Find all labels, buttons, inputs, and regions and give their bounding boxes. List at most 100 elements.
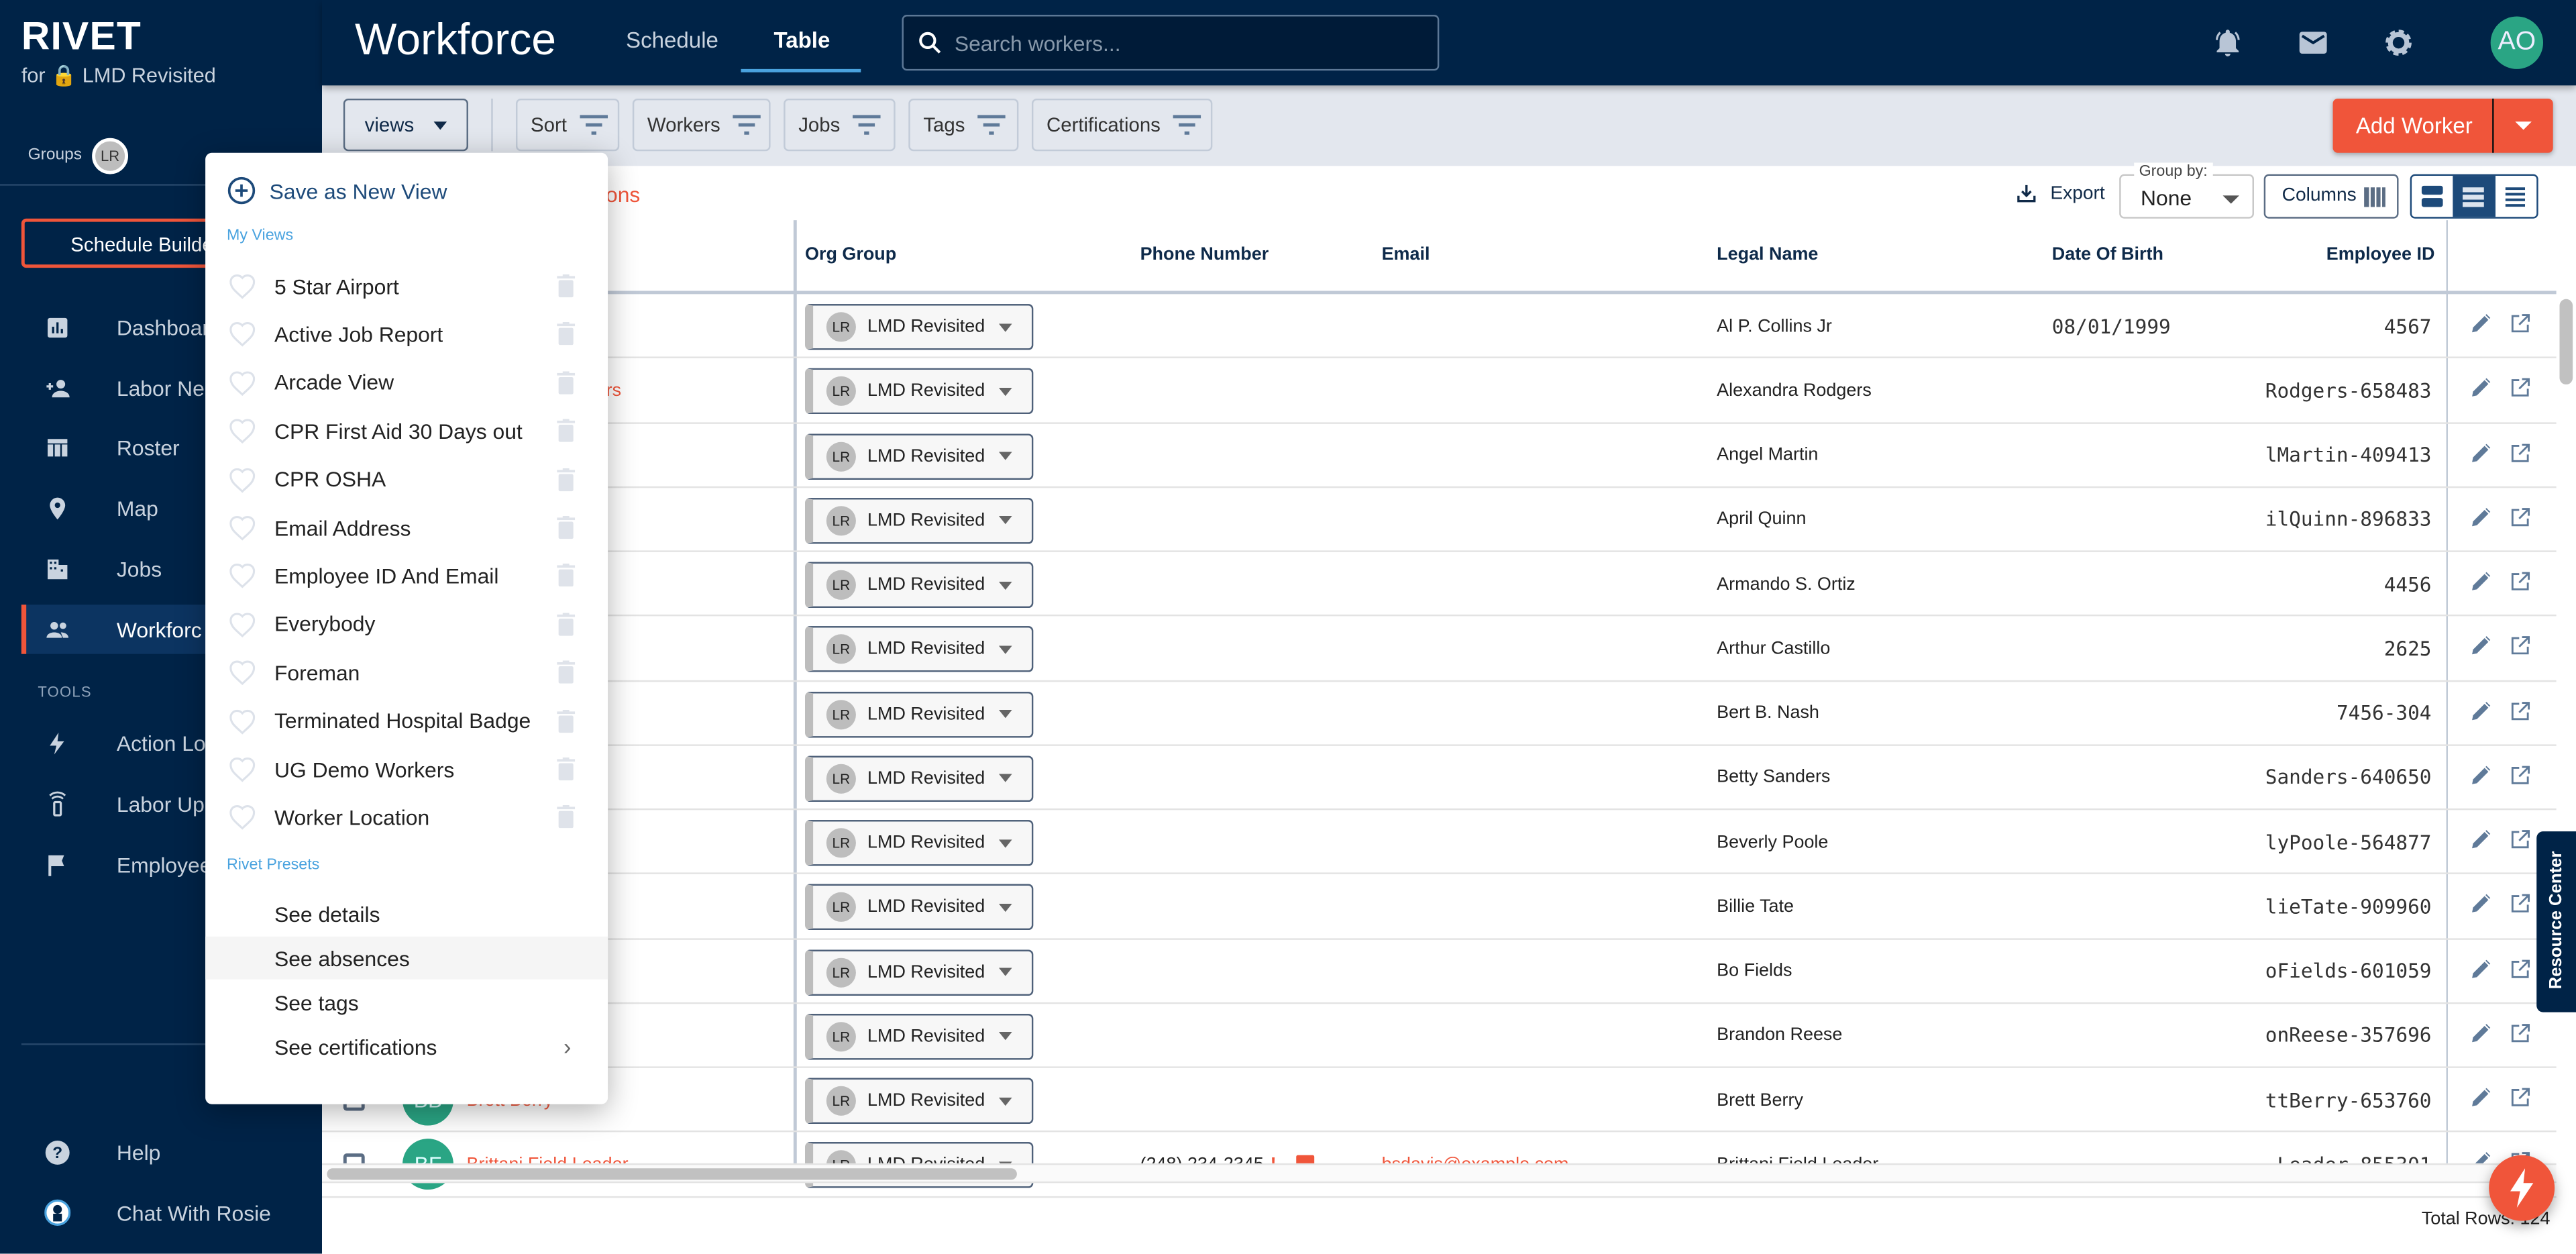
- org-group-select[interactable]: LR LMD Revisited: [805, 562, 1034, 609]
- filter-button-jobs[interactable]: Jobs: [784, 98, 896, 152]
- search-input[interactable]: Search workers...: [902, 15, 1440, 71]
- open-external-icon[interactable]: [2509, 441, 2535, 468]
- table-row[interactable]: LR LMD Revisited Armando S. Ortiz 4456: [322, 552, 2557, 617]
- saved-view-item[interactable]: UG Demo Workers: [205, 747, 608, 790]
- tab-table[interactable]: Table: [773, 28, 830, 53]
- edit-pencil-icon[interactable]: [2469, 376, 2496, 403]
- density-standard-button[interactable]: [2453, 176, 2496, 217]
- org-group-select[interactable]: LR LMD Revisited: [805, 949, 1034, 995]
- saved-view-item[interactable]: Active Job Report: [205, 313, 608, 356]
- filter-button-tags[interactable]: Tags: [908, 98, 1019, 152]
- trash-icon[interactable]: [557, 370, 576, 399]
- edit-pencil-icon[interactable]: [2469, 1086, 2496, 1112]
- trash-icon[interactable]: [557, 515, 576, 544]
- trash-icon[interactable]: [557, 467, 576, 496]
- groups-avatar[interactable]: LR: [92, 138, 129, 174]
- org-group-select[interactable]: LR LMD Revisited: [805, 368, 1034, 415]
- trash-icon[interactable]: [557, 660, 576, 689]
- open-external-icon[interactable]: [2509, 312, 2535, 338]
- saved-view-item[interactable]: Terminated Hospital Badge: [205, 699, 608, 742]
- table-row[interactable]: LR LMD Revisited Brandon Reese onReese-3576…: [322, 1004, 2557, 1068]
- horizontal-scrollbar[interactable]: [327, 1168, 1017, 1180]
- trash-icon[interactable]: [557, 274, 576, 303]
- trash-icon[interactable]: [557, 805, 576, 834]
- column-header-org-group[interactable]: Org Group: [805, 245, 896, 264]
- org-group-select[interactable]: LR LMD Revisited: [805, 626, 1034, 673]
- open-external-icon[interactable]: [2509, 957, 2535, 984]
- edit-pencil-icon[interactable]: [2469, 699, 2496, 725]
- open-external-icon[interactable]: [2509, 892, 2535, 919]
- org-group-select[interactable]: LR LMD Revisited: [805, 304, 1034, 350]
- table-row[interactable]: Alexandra RodgersLRLMD RevisitedAlexandr…: [322, 358, 2557, 423]
- mail-icon[interactable]: [2297, 26, 2330, 59]
- edit-pencil-icon[interactable]: [2469, 1022, 2496, 1048]
- table-row[interactable]: LR LMD Revisited Betty Sanders Sanders-6406…: [322, 745, 2557, 811]
- tab-schedule[interactable]: Schedule: [626, 28, 718, 53]
- columns-button[interactable]: Columns: [2263, 174, 2399, 219]
- heart-icon[interactable]: [228, 273, 256, 305]
- chat-with-rosie-link[interactable]: Chat With Rosie: [0, 1188, 322, 1237]
- org-group-select[interactable]: LR LMD Revisited: [805, 690, 1034, 737]
- column-header-email[interactable]: Email: [1382, 245, 1430, 264]
- org-group-select[interactable]: LR LMD Revisited: [805, 1013, 1034, 1059]
- bell-icon[interactable]: [2211, 26, 2244, 59]
- saved-view-item[interactable]: Arcade View: [205, 361, 608, 404]
- rivet-assistant-button[interactable]: [2489, 1155, 2555, 1221]
- heart-icon[interactable]: [228, 563, 256, 594]
- table-row[interactable]: LR LMD Revisited Al P. Collins Jr 08/01/199…: [322, 294, 2557, 359]
- gear-icon[interactable]: [2382, 26, 2415, 59]
- trash-icon[interactable]: [557, 612, 576, 641]
- saved-view-item[interactable]: Employee ID And Email: [205, 554, 608, 597]
- saved-view-item[interactable]: Email Address: [205, 506, 608, 549]
- org-group-select[interactable]: LR LMD Revisited: [805, 820, 1034, 866]
- edit-pencil-icon[interactable]: [2469, 441, 2496, 468]
- open-external-icon[interactable]: [2509, 506, 2535, 532]
- column-header-legal-name[interactable]: Legal Name: [1717, 245, 1818, 264]
- column-header-dob[interactable]: Date Of Birth: [2052, 245, 2163, 264]
- open-external-icon[interactable]: [2509, 764, 2535, 790]
- org-group-select[interactable]: LR LMD Revisited: [805, 884, 1034, 931]
- org-group-select[interactable]: LR LMD Revisited: [805, 755, 1034, 802]
- help-link[interactable]: ? Help: [0, 1127, 322, 1176]
- caret-down-icon[interactable]: [2515, 121, 2532, 130]
- vertical-scrollbar[interactable]: [2559, 299, 2573, 385]
- saved-view-item[interactable]: 5 Star Airport: [205, 264, 608, 307]
- filter-button-workers[interactable]: Workers: [632, 98, 771, 152]
- heart-icon[interactable]: [228, 370, 256, 401]
- edit-pencil-icon[interactable]: [2469, 828, 2496, 854]
- views-dropdown-button[interactable]: views: [343, 98, 468, 152]
- table-row[interactable]: LR LMD Revisited Bert B. Nash 7456-304: [322, 681, 2557, 746]
- trash-icon[interactable]: [557, 419, 576, 448]
- preset-view-item[interactable]: See certifications ›: [205, 1027, 608, 1069]
- preset-view-item[interactable]: See tags: [205, 982, 608, 1025]
- column-header-phone[interactable]: Phone Number: [1140, 245, 1269, 264]
- group-by-select[interactable]: Group by: None: [2119, 162, 2255, 219]
- heart-icon[interactable]: [228, 515, 256, 546]
- open-external-icon[interactable]: [2509, 570, 2535, 596]
- add-worker-button[interactable]: Add Worker: [2332, 98, 2553, 153]
- trash-icon[interactable]: [557, 564, 576, 592]
- table-row[interactable]: LR LMD Revisited Beverly Poole lyPoole-5648…: [322, 810, 2557, 875]
- open-external-icon[interactable]: [2509, 699, 2535, 725]
- preset-view-item[interactable]: See details: [205, 892, 608, 935]
- org-group-select[interactable]: LR LMD Revisited: [805, 433, 1034, 479]
- open-external-icon[interactable]: [2509, 1086, 2535, 1112]
- heart-icon[interactable]: [228, 466, 256, 498]
- table-row[interactable]: LR LMD Revisited April Quinn ilQuinn-896833: [322, 488, 2557, 552]
- saved-view-item[interactable]: Foreman: [205, 651, 608, 694]
- edit-pencil-icon[interactable]: [2469, 570, 2496, 596]
- open-external-icon[interactable]: [2509, 376, 2535, 403]
- saved-view-item[interactable]: CPR First Aid 30 Days out: [205, 409, 608, 452]
- edit-pencil-icon[interactable]: [2469, 892, 2496, 919]
- edit-pencil-icon[interactable]: [2469, 764, 2496, 790]
- table-row[interactable]: LR LMD Revisited Angel Martin lMartin-40941…: [322, 423, 2557, 488]
- filter-button-sort[interactable]: Sort: [515, 98, 620, 152]
- open-external-icon[interactable]: [2509, 828, 2535, 854]
- heart-icon[interactable]: [228, 660, 256, 691]
- user-avatar[interactable]: AO: [2490, 16, 2544, 69]
- trash-icon[interactable]: [557, 757, 576, 786]
- trash-icon[interactable]: [557, 322, 576, 351]
- table-row[interactable]: LR LMD Revisited Billie Tate lieTate-909960: [322, 874, 2557, 939]
- heart-icon[interactable]: [228, 708, 256, 739]
- trash-icon[interactable]: [557, 709, 576, 737]
